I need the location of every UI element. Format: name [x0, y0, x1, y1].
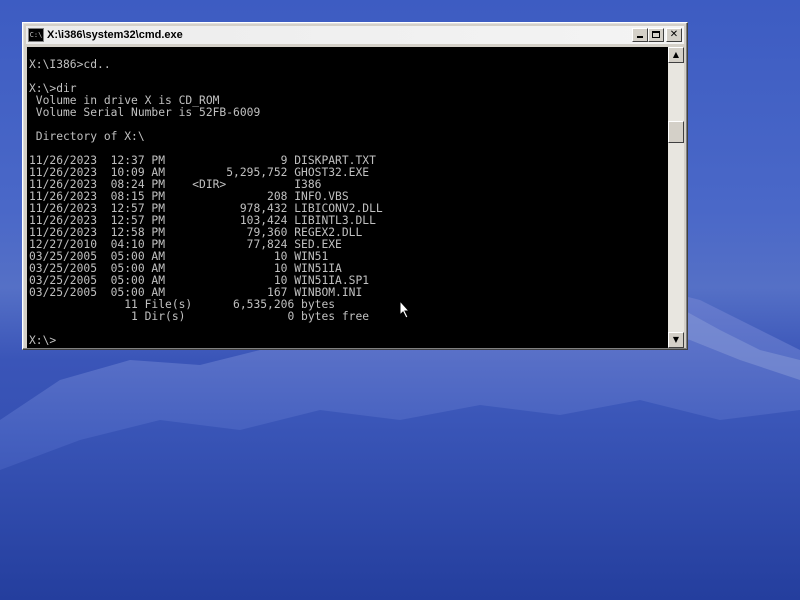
console-output[interactable]: X:\I386>cd.. X:\>dir Volume in drive X i…	[27, 47, 668, 348]
scroll-thumb[interactable]	[668, 121, 684, 143]
arrow-up-icon: ▲	[672, 50, 680, 59]
minimize-button[interactable]	[632, 28, 648, 42]
scroll-down-button[interactable]: ▼	[668, 332, 684, 348]
vertical-scrollbar[interactable]: ▲ ▼	[668, 47, 684, 348]
window-title: X:\i386\system32\cmd.exe	[47, 29, 183, 41]
arrow-down-icon: ▼	[672, 335, 680, 344]
close-icon: ✕	[669, 29, 679, 40]
title-bar[interactable]: C:\ X:\i386\system32\cmd.exe ✕	[26, 26, 684, 44]
console-text: X:\I386>cd.. X:\>dir Volume in drive X i…	[29, 58, 383, 347]
minimize-icon	[637, 36, 643, 38]
cmd-icon[interactable]: C:\	[28, 28, 44, 42]
window-controls: ✕	[632, 28, 682, 42]
cmd-window[interactable]: C:\ X:\i386\system32\cmd.exe ✕ X:\I386>c…	[22, 22, 688, 350]
scroll-up-button[interactable]: ▲	[668, 47, 684, 63]
close-button[interactable]: ✕	[666, 28, 682, 42]
maximize-icon	[652, 31, 660, 38]
maximize-button[interactable]	[648, 28, 664, 42]
mouse-pointer-icon	[400, 301, 411, 319]
